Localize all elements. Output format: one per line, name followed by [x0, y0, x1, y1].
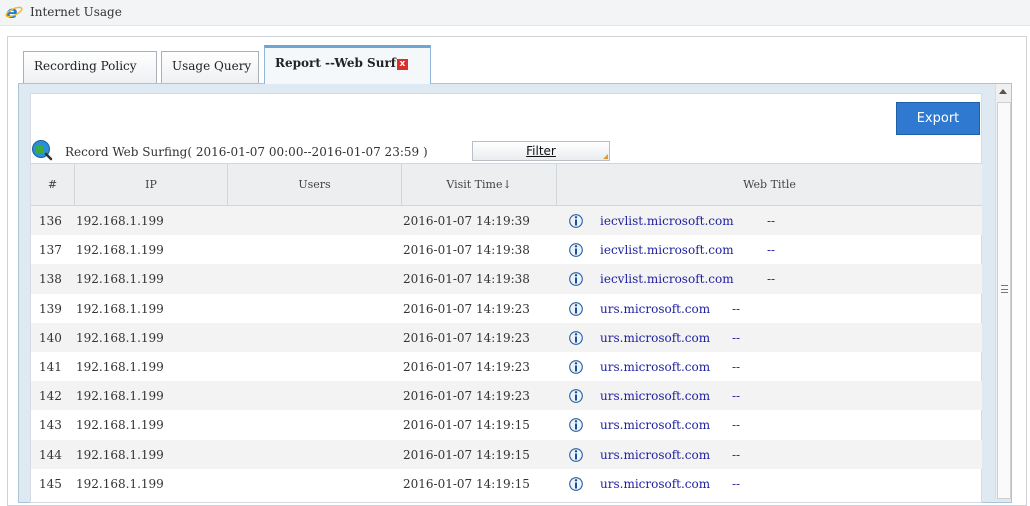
table-row[interactable]: 144 192.168.1.199 2016-01-07 14:19:15 urs.m… — [31, 439, 982, 469]
info-icon[interactable] — [569, 301, 583, 317]
row-web-title-link[interactable]: urs.microsoft.com — [600, 381, 710, 410]
row-ip: 192.168.1.199 — [76, 389, 164, 404]
row-ip: 192.168.1.199 — [76, 330, 164, 345]
row-number: 137 — [39, 243, 62, 258]
row-visit-time: 2016-01-07 14:19:15 — [403, 476, 530, 491]
tab-label: Report --Web Surf — [275, 56, 396, 70]
row-visit-time: 2016-01-07 14:19:23 — [403, 389, 530, 404]
row-number: 141 — [39, 359, 62, 374]
tab-recording-policy[interactable]: Recording Policy — [23, 51, 157, 83]
table-header: # IP Users Visit Time↓ Web Title — [31, 163, 982, 206]
globe-search-icon — [32, 140, 53, 161]
grip-icon — [1001, 285, 1008, 293]
info-icon[interactable] — [569, 388, 583, 404]
row-number: 144 — [39, 447, 62, 462]
row-number: 145 — [39, 476, 62, 491]
info-icon[interactable] — [569, 242, 583, 258]
row-number: 138 — [39, 272, 62, 287]
row-visit-time: 2016-01-07 14:19:38 — [403, 243, 530, 258]
row-ip: 192.168.1.199 — [76, 272, 164, 287]
info-icon[interactable] — [569, 417, 583, 433]
info-icon[interactable] — [569, 213, 583, 229]
info-icon[interactable] — [569, 359, 583, 375]
table-body: 136 192.168.1.199 2016-01-07 14:19:39 iecvl… — [31, 206, 982, 498]
title-bar: e Internet Usage — [0, 0, 1030, 26]
row-web-title-suffix: -- — [732, 418, 741, 433]
export-button[interactable]: Export — [896, 102, 980, 135]
table-row[interactable]: 143 192.168.1.199 2016-01-07 14:19:15 urs.m… — [31, 410, 982, 439]
row-web-title-link[interactable]: urs.microsoft.com — [600, 410, 710, 439]
table-row[interactable]: 140 192.168.1.199 2016-01-07 14:19:23 urs.m… — [31, 322, 982, 352]
table-row[interactable]: 136 192.168.1.199 2016-01-07 14:19:39 iecvl… — [31, 206, 982, 236]
tab-report-web-surf[interactable]: Report --Web Surf x — [264, 45, 431, 84]
row-number: 143 — [39, 418, 62, 433]
column-header-number[interactable]: # — [31, 164, 75, 206]
column-header-web-title[interactable]: Web Title — [557, 164, 982, 206]
row-ip: 192.168.1.199 — [76, 359, 164, 374]
row-number: 140 — [39, 330, 62, 345]
internet-explorer-icon: e — [5, 3, 23, 21]
row-web-title-link[interactable]: urs.microsoft.com — [600, 440, 710, 469]
row-web-title-suffix: -- — [767, 243, 776, 258]
scroll-up-arrow-icon[interactable] — [996, 84, 1011, 100]
row-web-title-suffix: -- — [732, 476, 741, 491]
row-web-title-link[interactable]: urs.microsoft.com — [600, 294, 710, 323]
row-visit-time: 2016-01-07 14:19:23 — [403, 330, 530, 345]
row-web-title-link[interactable]: iecvlist.microsoft.com — [600, 264, 734, 293]
row-visit-time: 2016-01-07 14:19:15 — [403, 447, 530, 462]
filter-label: Filter — [526, 144, 556, 158]
scroll-thumb[interactable] — [997, 102, 1011, 499]
row-ip: 192.168.1.199 — [76, 301, 164, 316]
row-ip: 192.168.1.199 — [76, 418, 164, 433]
table-row[interactable]: 142 192.168.1.199 2016-01-07 14:19:23 urs.m… — [31, 381, 982, 411]
info-icon[interactable] — [569, 476, 583, 492]
table-row[interactable]: 141 192.168.1.199 2016-01-07 14:19:23 urs.m… — [31, 352, 982, 381]
row-visit-time: 2016-01-07 14:19:39 — [403, 214, 530, 228]
row-visit-time: 2016-01-07 14:19:15 — [403, 418, 530, 433]
record-title: Record Web Surfing( 2016-01-07 00:00--20… — [65, 145, 428, 159]
row-ip: 192.168.1.199 — [76, 476, 164, 491]
filter-button[interactable]: Filter — [472, 141, 610, 161]
close-icon[interactable]: x — [396, 59, 408, 70]
vertical-scrollbar[interactable] — [995, 84, 1011, 499]
row-number: 139 — [39, 301, 62, 316]
table-row[interactable]: 137 192.168.1.199 2016-01-07 14:19:38 iecvl… — [31, 235, 982, 264]
info-icon[interactable] — [569, 447, 583, 463]
row-ip: 192.168.1.199 — [76, 214, 164, 228]
web-surfing-table: # IP Users Visit Time↓ Web Title 136 192.… — [31, 163, 982, 498]
row-number: 142 — [39, 389, 62, 404]
corner-icon — [603, 154, 608, 159]
row-visit-time: 2016-01-07 14:19:38 — [403, 272, 530, 287]
row-web-title-link[interactable]: urs.microsoft.com — [600, 323, 710, 352]
row-web-title-suffix: -- — [732, 330, 741, 345]
row-web-title-link[interactable]: iecvlist.microsoft.com — [600, 206, 734, 235]
tab-usage-query[interactable]: Usage Query — [161, 51, 259, 83]
row-web-title-suffix: -- — [732, 447, 741, 462]
row-web-title-suffix: -- — [732, 359, 741, 374]
row-number: 136 — [39, 214, 62, 228]
row-web-title-suffix: -- — [732, 389, 741, 404]
row-web-title-suffix: -- — [767, 272, 776, 287]
row-visit-time: 2016-01-07 14:19:23 — [403, 359, 530, 374]
row-visit-time: 2016-01-07 14:19:23 — [403, 301, 530, 316]
column-header-visit-time[interactable]: Visit Time↓ — [402, 164, 557, 206]
table-row[interactable]: 138 192.168.1.199 2016-01-07 14:19:38 iecvl… — [31, 264, 982, 294]
info-icon[interactable] — [569, 271, 583, 287]
table-row[interactable]: 145 192.168.1.199 2016-01-07 14:19:15 urs.m… — [31, 469, 982, 498]
row-web-title-suffix: -- — [732, 301, 741, 316]
tab-label: Recording Policy — [34, 59, 137, 73]
column-header-users[interactable]: Users — [228, 164, 402, 206]
window-title: Internet Usage — [30, 5, 122, 19]
info-icon[interactable] — [569, 330, 583, 346]
table-row[interactable]: 139 192.168.1.199 2016-01-07 14:19:23 urs.m… — [31, 294, 982, 323]
tab-label: Usage Query — [172, 59, 252, 73]
column-header-ip[interactable]: IP — [75, 164, 228, 206]
row-ip: 192.168.1.199 — [76, 243, 164, 258]
row-web-title-link[interactable]: iecvlist.microsoft.com — [600, 235, 734, 264]
row-web-title-link[interactable]: urs.microsoft.com — [600, 352, 710, 381]
row-web-title-suffix: -- — [767, 214, 776, 228]
row-web-title-link[interactable]: urs.microsoft.com — [600, 469, 710, 498]
row-ip: 192.168.1.199 — [76, 447, 164, 462]
